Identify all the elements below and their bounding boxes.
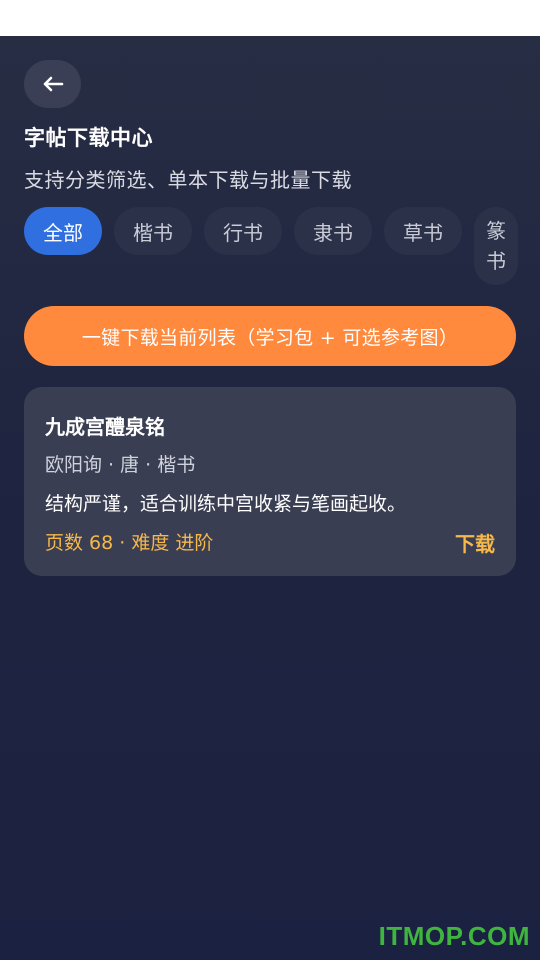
tab-zhuanshu[interactable]: 篆 书 — [474, 207, 518, 285]
arrow-left-icon — [42, 76, 64, 92]
tab-label: 草书 — [403, 220, 443, 245]
tab-lishu[interactable]: 隶书 — [294, 207, 372, 255]
app-screen: 字帖下载中心 支持分类筛选、单本下载与批量下载 全部 楷书 行书 隶书 草书 篆… — [0, 36, 540, 960]
tab-label-line1: 篆 — [486, 219, 506, 243]
status-bar — [0, 0, 540, 36]
tab-kaishu[interactable]: 楷书 — [114, 207, 192, 255]
tab-label: 楷书 — [133, 220, 173, 245]
page-subtitle: 支持分类筛选、单本下载与批量下载 — [24, 168, 352, 192]
tab-label: 隶书 — [313, 220, 353, 245]
tab-label: 全部 — [43, 220, 83, 245]
download-all-button[interactable]: 一键下载当前列表（学习包 + 可选参考图） — [24, 306, 516, 366]
category-tabs: 全部 楷书 行书 隶书 草书 篆 书 — [24, 207, 540, 287]
tab-caoshu[interactable]: 草书 — [384, 207, 462, 255]
tab-xingshu[interactable]: 行书 — [204, 207, 282, 255]
copybook-stats: 页数 68 · 难度 进阶 — [45, 532, 214, 554]
copybook-description: 结构严谨，适合训练中宫收紧与笔画起收。 — [45, 493, 407, 515]
tab-all[interactable]: 全部 — [24, 207, 102, 255]
copybook-card[interactable]: 九成宫醴泉铭 欧阳询 · 唐 · 楷书 结构严谨，适合训练中宫收紧与笔画起收。 … — [24, 387, 516, 576]
copybook-title: 九成宫醴泉铭 — [45, 415, 165, 439]
page-title: 字帖下载中心 — [24, 126, 153, 150]
tab-label-line2: 书 — [486, 249, 506, 273]
watermark: ITMOP.COM — [378, 921, 530, 951]
back-button[interactable] — [24, 60, 81, 108]
copybook-meta: 欧阳询 · 唐 · 楷书 — [45, 454, 196, 476]
download-button[interactable]: 下载 — [455, 528, 495, 557]
tab-label: 行书 — [223, 220, 263, 245]
